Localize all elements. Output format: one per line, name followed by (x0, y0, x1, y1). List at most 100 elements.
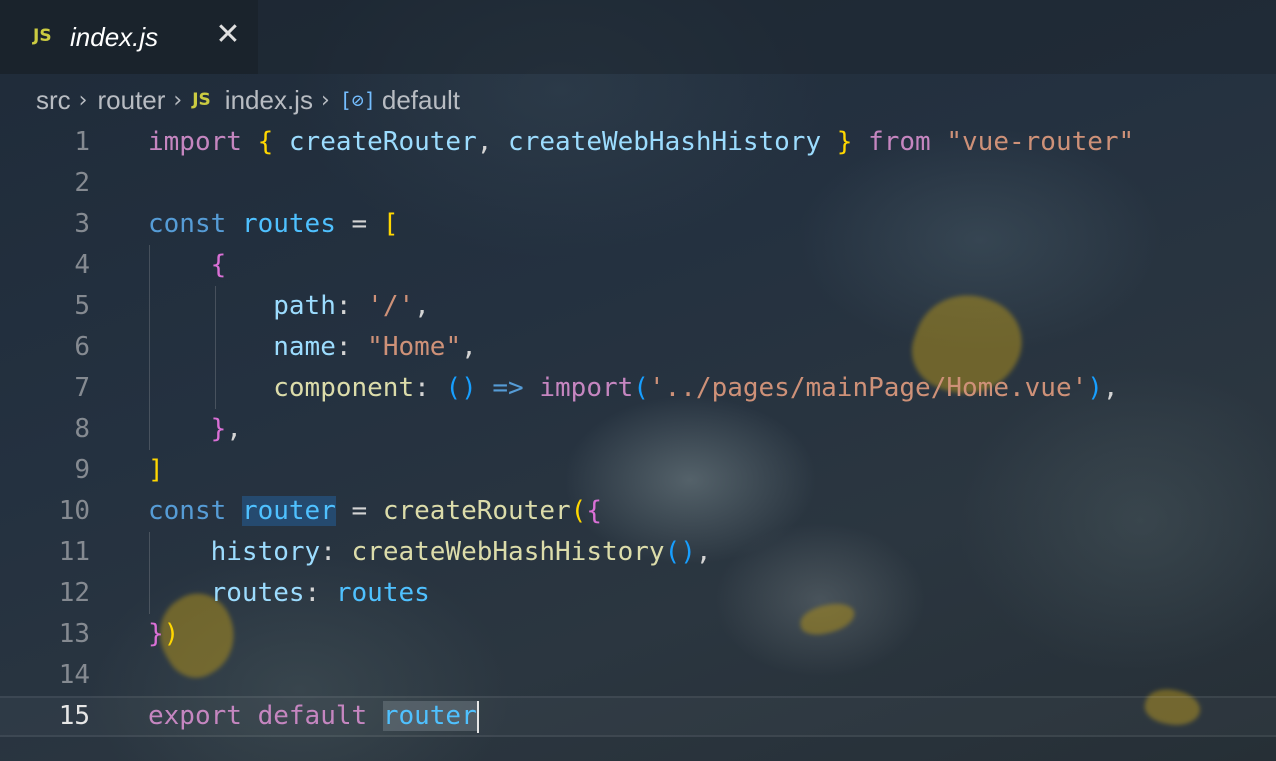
code-text: component: () => import('../pages/mainPa… (148, 368, 1118, 409)
code-token: } (836, 127, 853, 157)
code-token: from (868, 127, 931, 157)
code-line[interactable]: 14 (0, 655, 1276, 696)
code-token: "vue-router" (946, 127, 1135, 157)
code-text: const router = createRouter({ (148, 491, 602, 532)
tab-bar: JS index.js ✕ (0, 0, 1276, 74)
code-line[interactable]: 11 history: createWebHashHistory(), (0, 532, 1276, 573)
code-line[interactable]: 12 routes: routes (0, 573, 1276, 614)
text-cursor (476, 700, 479, 733)
code-token: routes (241, 209, 336, 239)
code-token: createWebHashHistory (351, 537, 665, 567)
javascript-file-icon: JS (192, 90, 211, 110)
code-token: ( (570, 496, 587, 526)
code-token: () (445, 373, 477, 403)
code-line[interactable]: 15 export default router (0, 696, 1276, 737)
code-text: history: createWebHashHistory(), (148, 532, 712, 573)
code-line[interactable]: 3 const routes = [ (0, 204, 1276, 245)
code-token: => (492, 373, 524, 403)
code-token: { (586, 496, 602, 526)
line-number: 4 (74, 250, 90, 280)
chevron-right-icon: › (173, 87, 183, 113)
breadcrumb-item-router[interactable]: router (97, 85, 165, 116)
code-line[interactable]: 13}) (0, 614, 1276, 655)
code-text: }) (148, 614, 179, 655)
code-token: [ (382, 209, 399, 239)
code-token: routes (335, 578, 430, 608)
code-token: ) (1087, 373, 1103, 403)
line-number: 5 (74, 291, 90, 321)
code-token: () (664, 537, 696, 567)
code-token: : (414, 373, 446, 403)
code-token: ] (148, 455, 164, 485)
code-token: , (414, 291, 430, 321)
code-token: name (273, 332, 336, 362)
line-number: 14 (58, 660, 90, 690)
code-token: } (210, 414, 227, 444)
chevron-right-icon: › (78, 87, 88, 113)
code-token: , (476, 127, 509, 157)
tab-label: index.js (70, 22, 159, 52)
code-token: : (335, 332, 368, 362)
breadcrumb: src › router › JS index.js › [⊘] default (36, 83, 460, 117)
code-line[interactable]: 9] (0, 450, 1276, 491)
code-token: "Home" (367, 332, 462, 362)
code-line[interactable]: 6 name: "Home", (0, 327, 1276, 368)
code-token: , (226, 414, 242, 444)
code-text: name: "Home", (148, 327, 477, 368)
code-text: const routes = [ (148, 204, 398, 245)
code-line[interactable]: 1 import { createRouter, createWebHashHis… (0, 122, 1276, 163)
code-token: = (335, 209, 383, 239)
tab-index-js[interactable]: JS index.js ✕ (0, 0, 258, 74)
close-icon[interactable]: ✕ (214, 20, 242, 50)
line-number: 13 (58, 619, 90, 649)
code-line[interactable]: 5 path: '/', (0, 286, 1276, 327)
code-token: '/' (367, 291, 415, 321)
code-text: { (148, 245, 227, 286)
line-number: 2 (74, 168, 90, 198)
code-line[interactable]: 4 { (0, 245, 1276, 286)
code-token: path (273, 291, 336, 321)
code-token: { (210, 250, 227, 280)
line-number: 11 (58, 537, 90, 567)
code-token: = (335, 496, 383, 526)
code-line[interactable]: 2 (0, 163, 1276, 204)
code-line[interactable]: 7 component: () => import('../pages/main… (0, 368, 1276, 409)
line-number: 3 (74, 209, 90, 239)
code-editor[interactable]: 1 import { createRouter, createWebHashHis… (0, 122, 1276, 737)
code-token: ( (633, 373, 649, 403)
code-line[interactable]: 10 const router = createRouter({ (0, 491, 1276, 532)
breadcrumb-item-file[interactable]: index.js (225, 85, 313, 116)
line-number: 9 (74, 455, 90, 485)
code-text: routes: routes (148, 573, 430, 614)
code-token: ) (163, 619, 180, 649)
chevron-right-icon: › (320, 87, 330, 113)
code-token: } (148, 619, 164, 649)
javascript-file-icon: JS (33, 26, 52, 46)
breadcrumb-item-src[interactable]: src (36, 85, 71, 116)
breadcrumb-item-symbol[interactable]: default (382, 85, 460, 116)
code-token: { (257, 127, 274, 157)
code-token: createRouter (382, 496, 571, 526)
line-number: 1 (74, 127, 90, 157)
code-token: : (335, 291, 368, 321)
code-token: import (539, 373, 634, 403)
line-number: 10 (58, 496, 90, 526)
code-token: , (695, 537, 712, 567)
line-number: 6 (74, 332, 90, 362)
code-line[interactable]: 8 }, (0, 409, 1276, 450)
